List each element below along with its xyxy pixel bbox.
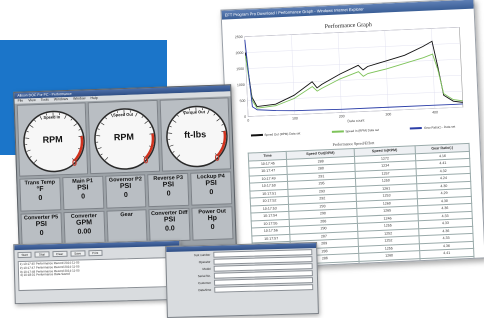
- legend-label: Speed Out (RPM) Data set: [264, 131, 301, 137]
- x-tick-label: 200: [339, 114, 345, 118]
- transmission-monitor-window: Allison DOC For PC - Performance File Vi…: [13, 84, 237, 254]
- readout-value: 0: [210, 223, 215, 232]
- y-tick-label: 1000: [237, 83, 245, 87]
- form-label: Model: [202, 266, 211, 272]
- x-tick-label: 0: [247, 119, 249, 123]
- x-tick-label: 300: [385, 112, 391, 116]
- legend-label: Gear Ratio(:) - Data set: [423, 124, 456, 130]
- menu-help[interactable]: Help: [90, 96, 97, 101]
- y-tick-label: 500: [240, 99, 246, 103]
- readout-cell: Governor P2 PSI 0: [104, 174, 147, 209]
- readout-grid: Trans Temp °F 0 Main P1 PSI 0 Governor P2 PSI 0 R…: [19, 171, 234, 247]
- readout-value: 0: [81, 193, 86, 201]
- log-tool-button[interactable]: Start: [17, 251, 32, 259]
- readout-value: 0.0: [164, 225, 175, 233]
- performance-graph-window: EFT Program Pro Download / Performance G…: [220, 0, 484, 270]
- form-label: Date/time: [198, 287, 212, 293]
- menu-window[interactable]: Window: [73, 96, 86, 101]
- gauge-row: Speed In RPM 0 Speed Out RPM 0 Torque Out ft-lb…: [16, 97, 232, 177]
- menu-tools[interactable]: Tools: [41, 98, 49, 103]
- legend-item: Gear Ratio(:) - Data set: [410, 125, 455, 131]
- form-label: Serial No.: [197, 273, 211, 279]
- readout-value: 0: [39, 229, 44, 238]
- table-cell: 4.37: [419, 255, 475, 266]
- x-tick-label: 400: [432, 110, 438, 114]
- log-list: 1) 10:17:45 Performance Record 2014-11-0…: [17, 256, 178, 292]
- readout-cell: Gear: [106, 209, 148, 244]
- y-tick-label: 2000: [235, 51, 243, 55]
- readout-value: 0: [123, 191, 128, 200]
- readout-cell: Converter P5 PSI 0: [20, 212, 63, 247]
- readout-value: 0: [166, 190, 171, 198]
- test-info-window: Test number Operator Model Serial No. Custom…: [165, 242, 319, 318]
- menu-view[interactable]: View: [28, 98, 36, 103]
- log-tool-button[interactable]: Stop: [34, 251, 50, 258]
- gauge-value: 0: [214, 152, 220, 163]
- legend-swatch-blue: [410, 127, 423, 130]
- form-label: Test number: [193, 252, 211, 258]
- log-tool-button[interactable]: Print: [87, 249, 103, 257]
- performance-graph: 0 500 1000 1500 2000 2500 0 100 200 300 400 Data co…: [235, 26, 464, 123]
- legend-item: Speed In (RPM) Data set: [331, 128, 379, 134]
- readout-value: 0: [38, 194, 43, 203]
- legend-label: Speed In (RPM) Data set: [345, 127, 380, 134]
- y-tick-label: 0: [244, 115, 246, 119]
- gauge-value: 0: [71, 157, 78, 168]
- legend-item: Speed Out (RPM) Data set: [250, 131, 300, 137]
- table-cell: 1258: [358, 258, 421, 269]
- readout-cell: Power Out Hp 0: [191, 206, 234, 241]
- menu-windows[interactable]: Windows: [54, 97, 68, 102]
- readout-cell: Lockup P4 PSI 0: [190, 171, 233, 206]
- readout-cell: Trans Temp °F 0: [19, 177, 62, 212]
- y-tick-label: 2500: [235, 35, 243, 39]
- y-tick-label: 1500: [236, 67, 244, 71]
- gauge: Speed Out RPM 0: [87, 99, 160, 175]
- form-label: Customer: [197, 280, 212, 286]
- log-tool-button[interactable]: Clear: [51, 250, 68, 258]
- menu-file[interactable]: File: [17, 99, 23, 104]
- readout-cell: Converter GPM 0.00: [63, 210, 106, 246]
- readout-label: Gear: [120, 211, 133, 219]
- gauge: Speed In RPM 0: [16, 102, 89, 177]
- readout-cell: Reverse P3 PSI 0: [147, 172, 190, 208]
- gauge-value: 0: [143, 155, 149, 166]
- form-label: Operator: [198, 259, 211, 265]
- legend-swatch-green: [331, 130, 344, 133]
- readout-cell: Main P1 PSI 0: [62, 175, 104, 211]
- log-window: Start Stop Clear Save Print 1) 10:17:45 Perf…: [13, 239, 182, 305]
- legend-swatch-black: [250, 134, 263, 137]
- x-tick-label: 100: [292, 116, 298, 120]
- readout-value: 0.00: [77, 228, 92, 236]
- log-tool-button[interactable]: Save: [70, 250, 86, 257]
- readout-value: 0: [209, 188, 214, 197]
- gauge: Torque Out ft-lbs 0: [159, 97, 232, 172]
- x-axis-label: Data count: [347, 118, 364, 123]
- readout-cell: Converter Diff PSI 0.0: [148, 207, 191, 243]
- form-field[interactable]: [214, 284, 314, 293]
- test-info-form: Test number Operator Model Serial No. Custom…: [166, 249, 317, 294]
